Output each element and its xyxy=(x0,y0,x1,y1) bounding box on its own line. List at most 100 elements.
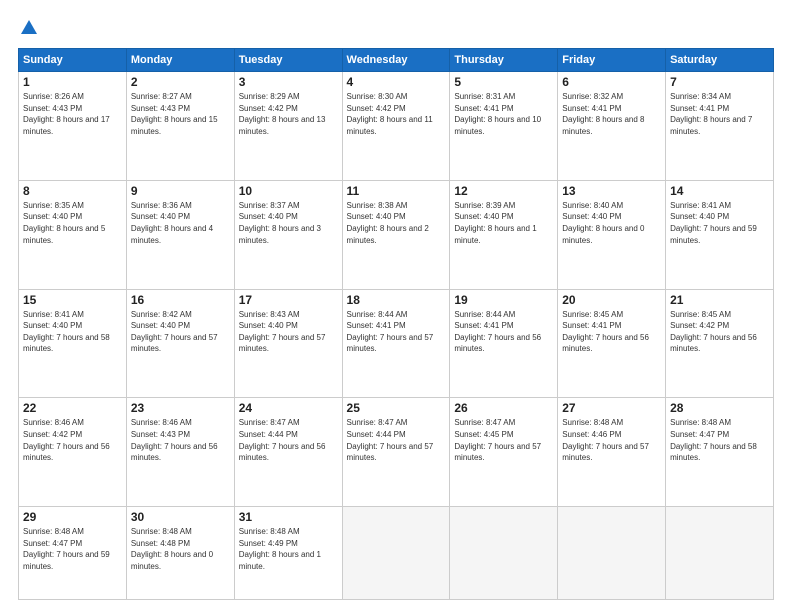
info-line: Daylight: 7 hours and 56 minutes. xyxy=(23,442,110,463)
day-info: Sunrise: 8:36 AMSunset: 4:40 PMDaylight:… xyxy=(131,200,230,246)
info-line: Sunset: 4:40 PM xyxy=(23,212,82,221)
info-line: Sunset: 4:40 PM xyxy=(562,212,621,221)
info-line: Sunset: 4:44 PM xyxy=(239,430,298,439)
info-line: Sunset: 4:41 PM xyxy=(562,104,621,113)
calendar-week-2: 15 Sunrise: 8:41 AMSunset: 4:40 PMDayligh… xyxy=(19,289,774,398)
info-line: Sunset: 4:44 PM xyxy=(347,430,406,439)
day-info: Sunrise: 8:45 AMSunset: 4:41 PMDaylight:… xyxy=(562,309,661,355)
info-line: Sunrise: 8:48 AM xyxy=(562,418,623,427)
day-number: 9 xyxy=(131,184,230,198)
calendar-cell: 20Sunrise: 8:45 AMSunset: 4:41 PMDayligh… xyxy=(558,289,666,398)
day-number: 13 xyxy=(562,184,661,198)
info-line: Sunset: 4:43 PM xyxy=(131,104,190,113)
info-line: Daylight: 7 hours and 57 minutes. xyxy=(347,442,434,463)
info-line: Daylight: 7 hours and 56 minutes. xyxy=(131,442,218,463)
calendar-cell: 14Sunrise: 8:41 AMSunset: 4:40 PMDayligh… xyxy=(666,180,774,289)
info-line: Sunset: 4:40 PM xyxy=(131,212,190,221)
day-number: 11 xyxy=(347,184,446,198)
day-info: Sunrise: 8:32 AMSunset: 4:41 PMDaylight:… xyxy=(562,91,661,137)
info-line: Sunset: 4:41 PM xyxy=(562,321,621,330)
day-number: 21 xyxy=(670,293,769,307)
info-line: Daylight: 7 hours and 59 minutes. xyxy=(670,224,757,245)
calendar-cell: 28Sunrise: 8:48 AMSunset: 4:47 PMDayligh… xyxy=(666,398,774,507)
calendar-cell: 9 Sunrise: 8:36 AMSunset: 4:40 PMDaylight… xyxy=(126,180,234,289)
calendar-cell: 27 Sunrise: 8:48 AMSunset: 4:46 PMDayligh… xyxy=(558,398,666,507)
header-row: Sunday Monday Tuesday Wednesday Thursday… xyxy=(19,49,774,72)
day-number: 15 xyxy=(23,293,122,307)
info-line: Daylight: 7 hours and 59 minutes. xyxy=(23,550,110,571)
day-info: Sunrise: 8:47 AMSunset: 4:44 PMDaylight:… xyxy=(239,417,338,463)
calendar-cell: 11Sunrise: 8:38 AMSunset: 4:40 PMDayligh… xyxy=(342,180,450,289)
day-number: 23 xyxy=(131,401,230,415)
calendar-cell: 4Sunrise: 8:30 AMSunset: 4:42 PMDaylight… xyxy=(342,72,450,181)
info-line: Daylight: 8 hours and 0 minutes. xyxy=(562,224,644,245)
calendar-cell: 22Sunrise: 8:46 AMSunset: 4:42 PMDayligh… xyxy=(19,398,127,507)
calendar-cell: 15 Sunrise: 8:41 AMSunset: 4:40 PMDayligh… xyxy=(19,289,127,398)
day-number: 30 xyxy=(131,510,230,524)
calendar-cell: 13 Sunrise: 8:40 AM Sunset: 4:40 PM Dayligh… xyxy=(558,180,666,289)
day-number: 24 xyxy=(239,401,338,415)
day-info: Sunrise: 8:40 AM Sunset: 4:40 PM Daylight:… xyxy=(562,200,661,246)
info-line: Daylight: 7 hours and 57 minutes. xyxy=(454,442,541,463)
calendar-cell: 17Sunrise: 8:43 AMSunset: 4:40 PMDayligh… xyxy=(234,289,342,398)
info-line: Daylight: 8 hours and 8 minutes. xyxy=(562,115,644,136)
calendar-cell: 16 Sunrise: 8:42 AMSunset: 4:40 PMDayligh… xyxy=(126,289,234,398)
day-number: 16 xyxy=(131,293,230,307)
calendar-cell: 3 Sunrise: 8:29 AMSunset: 4:42 PMDaylight… xyxy=(234,72,342,181)
info-line: Daylight: 7 hours and 57 minutes. xyxy=(131,333,218,354)
col-wednesday: Wednesday xyxy=(342,49,450,72)
header xyxy=(18,18,774,38)
day-info: Sunrise: 8:41 AMSunset: 4:40 PMDaylight:… xyxy=(23,309,122,355)
calendar-week-3: 22Sunrise: 8:46 AMSunset: 4:42 PMDayligh… xyxy=(19,398,774,507)
calendar-cell: 5Sunrise: 8:31 AMSunset: 4:41 PMDaylight… xyxy=(450,72,558,181)
logo-icon xyxy=(19,18,39,38)
info-line: Sunrise: 8:48 AM xyxy=(670,418,731,427)
day-info: Sunrise: 8:48 AMSunset: 4:46 PMDaylight:… xyxy=(562,417,661,463)
info-line: Daylight: 7 hours and 58 minutes. xyxy=(23,333,110,354)
day-number: 19 xyxy=(454,293,553,307)
col-friday: Friday xyxy=(558,49,666,72)
info-line: Daylight: 8 hours and 10 minutes. xyxy=(454,115,541,136)
calendar-cell: 1Sunrise: 8:26 AMSunset: 4:43 PMDaylight… xyxy=(19,72,127,181)
day-number: 28 xyxy=(670,401,769,415)
calendar-cell: 12Sunrise: 8:39 AMSunset: 4:40 PMDayligh… xyxy=(450,180,558,289)
day-info: Sunrise: 8:34 AMSunset: 4:41 PMDaylight:… xyxy=(670,91,769,137)
info-line: Sunrise: 8:46 AM xyxy=(23,418,84,427)
info-line: Sunrise: 8:42 AM xyxy=(131,310,192,319)
info-line: Daylight: 8 hours and 13 minutes. xyxy=(239,115,326,136)
info-line: Sunrise: 8:43 AM xyxy=(239,310,300,319)
calendar-cell: 2Sunrise: 8:27 AMSunset: 4:43 PMDaylight… xyxy=(126,72,234,181)
calendar-cell: 25Sunrise: 8:47 AMSunset: 4:44 PMDayligh… xyxy=(342,398,450,507)
calendar-cell: 31Sunrise: 8:48 AMSunset: 4:49 PMDayligh… xyxy=(234,507,342,600)
info-line: Sunrise: 8:40 AM xyxy=(562,201,623,210)
info-line: Sunrise: 8:29 AM xyxy=(239,92,300,101)
day-number: 3 xyxy=(239,75,338,89)
info-line: Sunrise: 8:47 AM xyxy=(347,418,408,427)
day-info: Sunrise: 8:44 AMSunset: 4:41 PMDaylight:… xyxy=(454,309,553,355)
day-info: Sunrise: 8:37 AMSunset: 4:40 PMDaylight:… xyxy=(239,200,338,246)
day-number: 6 xyxy=(562,75,661,89)
day-number: 7 xyxy=(670,75,769,89)
info-line: Sunrise: 8:47 AM xyxy=(454,418,515,427)
info-line: Daylight: 8 hours and 1 minute. xyxy=(454,224,536,245)
day-info: Sunrise: 8:27 AMSunset: 4:43 PMDaylight:… xyxy=(131,91,230,137)
day-info: Sunrise: 8:29 AMSunset: 4:42 PMDaylight:… xyxy=(239,91,338,137)
info-line: Sunset: 4:48 PM xyxy=(131,539,190,548)
day-info: Sunrise: 8:42 AMSunset: 4:40 PMDaylight:… xyxy=(131,309,230,355)
day-info: Sunrise: 8:35 AMSunset: 4:40 PMDaylight:… xyxy=(23,200,122,246)
col-sunday: Sunday xyxy=(19,49,127,72)
info-line: Sunrise: 8:44 AM xyxy=(347,310,408,319)
info-line: Daylight: 8 hours and 2 minutes. xyxy=(347,224,429,245)
info-line: Sunrise: 8:38 AM xyxy=(347,201,408,210)
info-line: Sunset: 4:41 PM xyxy=(454,104,513,113)
day-number: 27 xyxy=(562,401,661,415)
info-line: Sunrise: 8:44 AM xyxy=(454,310,515,319)
info-line: Daylight: 8 hours and 0 minutes. xyxy=(131,550,213,571)
col-monday: Monday xyxy=(126,49,234,72)
info-line: Sunrise: 8:30 AM xyxy=(347,92,408,101)
info-line: Sunset: 4:41 PM xyxy=(670,104,729,113)
day-info: Sunrise: 8:48 AMSunset: 4:47 PMDaylight:… xyxy=(23,526,122,572)
calendar-cell: 10 Sunrise: 8:37 AMSunset: 4:40 PMDayligh… xyxy=(234,180,342,289)
col-tuesday: Tuesday xyxy=(234,49,342,72)
day-number: 10 xyxy=(239,184,338,198)
